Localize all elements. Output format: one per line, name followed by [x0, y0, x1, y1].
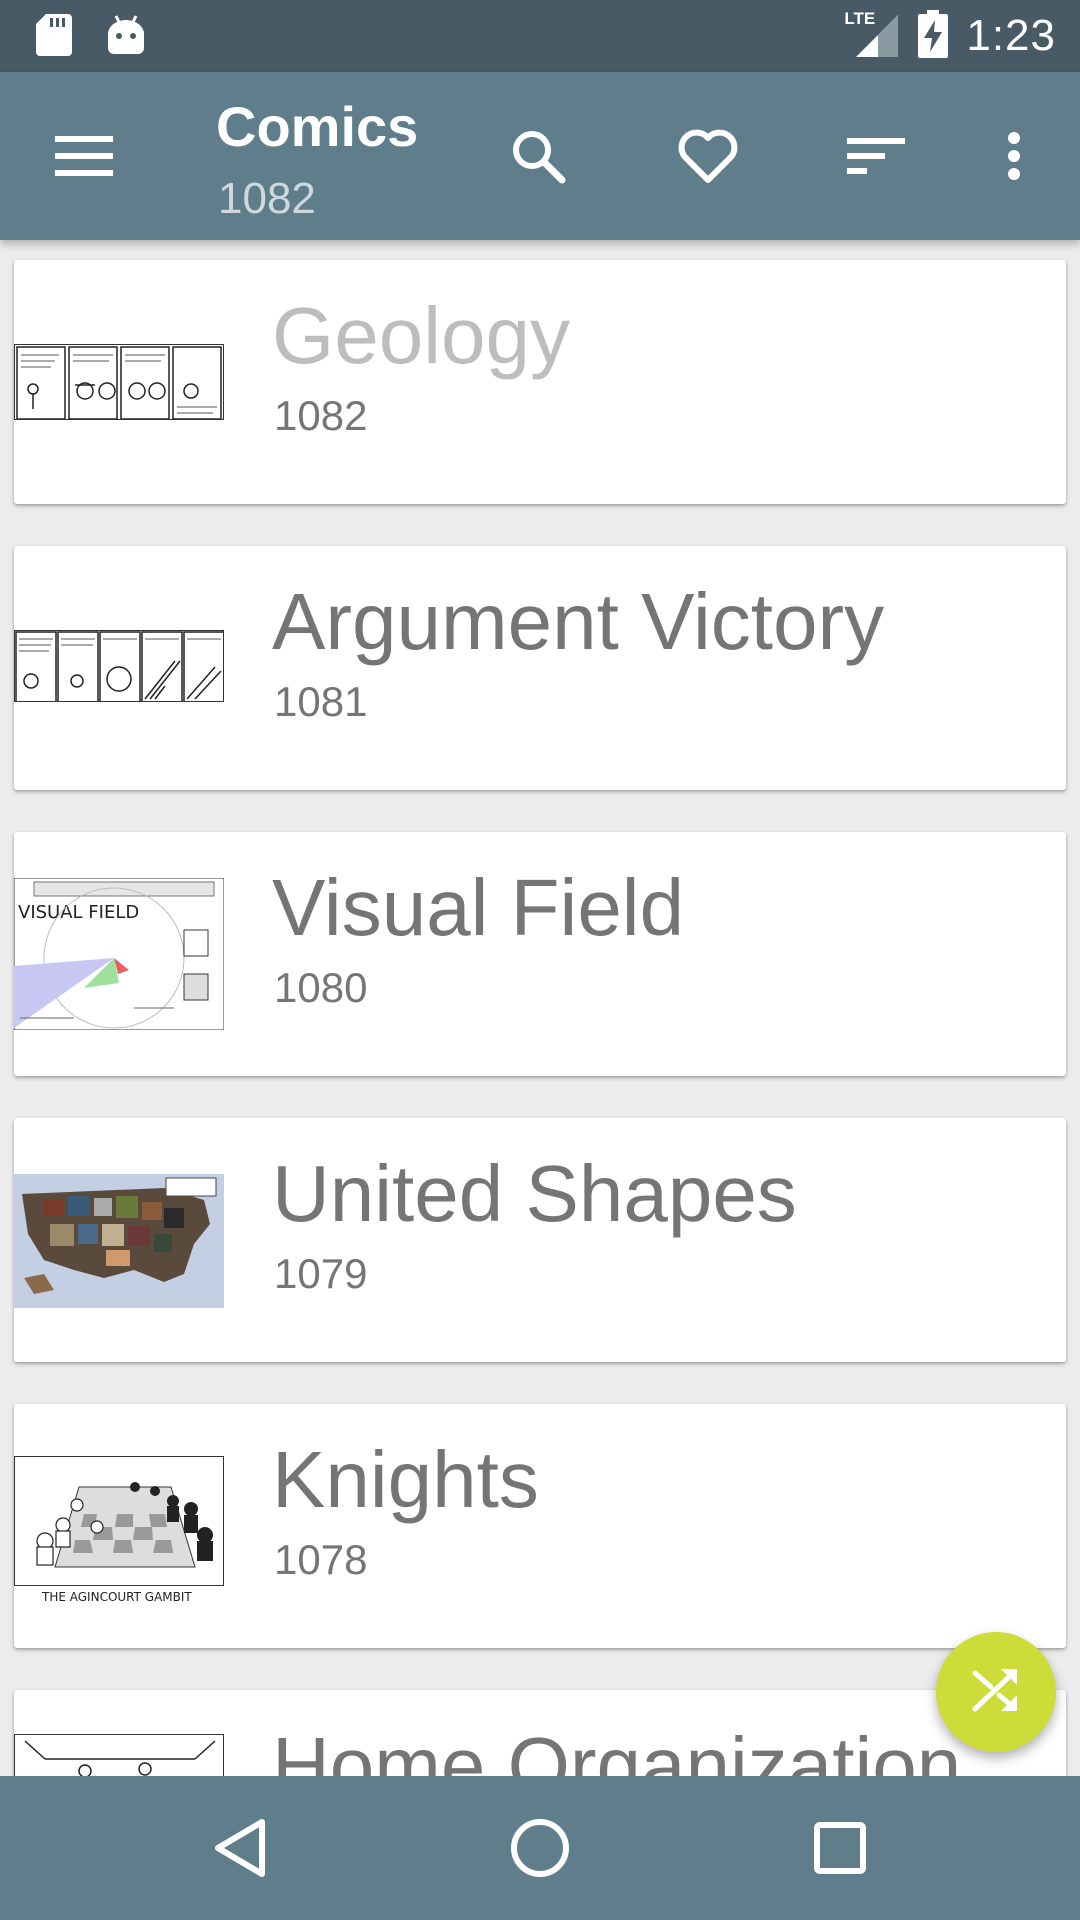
comic-number: 1078 — [274, 1536, 368, 1583]
app-bar: Comics 1082 — [0, 72, 1080, 240]
shuffle-button[interactable] — [936, 1632, 1056, 1752]
comic-thumbnail: VISUAL FIELD — [14, 878, 224, 1030]
list-item[interactable]: United Shapes 1079 — [14, 1118, 1066, 1362]
comic-number: 1082 — [274, 392, 368, 439]
comic-number: 1081 — [274, 678, 368, 725]
comic-thumbnail — [14, 344, 224, 420]
list-item[interactable]: Argument Victory 1081 — [14, 546, 1066, 790]
battery-charging-icon — [918, 9, 949, 63]
comic-number: 1080 — [274, 964, 368, 1011]
comic-title: United Shapes — [272, 1149, 797, 1238]
clock: 1:23 — [966, 11, 1056, 60]
comic-thumbnail — [14, 1174, 224, 1308]
heart-icon[interactable] — [668, 116, 748, 196]
search-icon[interactable] — [498, 116, 578, 196]
navigation-bar — [0, 1776, 1080, 1920]
comic-thumbnail — [14, 630, 224, 702]
comic-title: Visual Field — [272, 863, 685, 952]
sd-card-icon — [36, 14, 72, 61]
thumbnail-caption: THE AGINCOURT GAMBIT — [42, 1590, 192, 1604]
recents-icon[interactable] — [800, 1808, 880, 1888]
comic-thumbnail — [14, 1734, 224, 1776]
comic-thumbnail — [14, 1456, 224, 1586]
list-item[interactable]: THE AGINCOURT GAMBIT Knights 1078 — [14, 1404, 1066, 1648]
home-icon[interactable] — [500, 1808, 580, 1888]
shuffle-icon — [971, 1667, 1021, 1718]
back-icon[interactable] — [200, 1808, 280, 1888]
list-item[interactable]: Home Organization — [14, 1690, 1066, 1776]
comic-number: 1079 — [274, 1250, 368, 1297]
list-item[interactable]: Geology 1082 — [14, 260, 1066, 504]
android-icon — [106, 14, 146, 61]
page-title: Comics — [216, 95, 419, 158]
list-item[interactable]: VISUAL FIELD Visual Field 1080 — [14, 832, 1066, 1076]
comic-title: Geology — [272, 291, 570, 380]
svg-text:VISUAL FIELD: VISUAL FIELD — [18, 902, 139, 923]
comic-list: Geology 1082 Argument Victory 1081 VISUA… — [0, 240, 1080, 1776]
comic-count: 1082 — [218, 174, 316, 223]
comic-title: Knights — [272, 1435, 539, 1524]
signal-icon: LTE — [844, 9, 900, 59]
menu-icon[interactable] — [44, 116, 124, 196]
sort-icon[interactable] — [836, 116, 916, 196]
comic-title: Home Organization — [272, 1721, 962, 1776]
status-bar: LTE 1:23 — [0, 0, 1080, 72]
more-vert-icon[interactable] — [974, 116, 1054, 196]
comic-title: Argument Victory — [272, 577, 885, 666]
